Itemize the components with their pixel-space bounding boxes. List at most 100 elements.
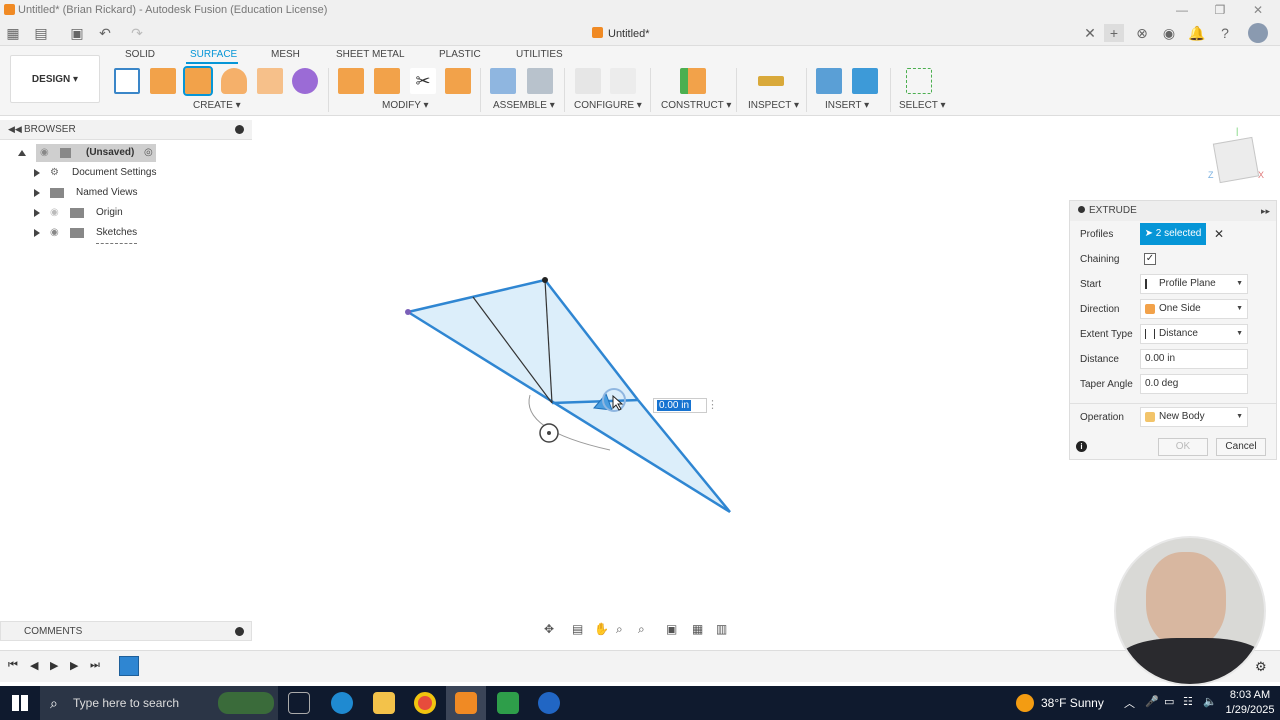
select-box-icon[interactable]: [906, 68, 932, 94]
clear-selection-icon[interactable]: ✕: [1214, 227, 1224, 241]
extrude-tool-icon[interactable]: [183, 66, 213, 96]
expand-arrow-icon[interactable]: [34, 229, 40, 237]
browser-item-named-views[interactable]: Named Views: [32, 183, 232, 203]
expand-dialog-icon[interactable]: ▸▸: [1261, 201, 1270, 221]
offset-plane-icon[interactable]: [680, 68, 706, 94]
clock-time[interactable]: 8:03 AM: [1228, 689, 1272, 701]
expand-arrow-icon[interactable]: [34, 169, 40, 177]
microphone-icon[interactable]: 🎤: [1145, 695, 1159, 708]
offset-icon[interactable]: [338, 68, 364, 94]
chrome-icon[interactable]: [414, 692, 436, 714]
info-icon[interactable]: i: [1076, 441, 1087, 452]
file-explorer-icon[interactable]: [373, 692, 395, 714]
create-group[interactable]: CREATE ▾: [193, 100, 241, 111]
step-forward-icon[interactable]: ▶: [70, 659, 78, 672]
extent-type-dropdown[interactable]: Distance ▼: [1140, 324, 1248, 344]
tab-solid[interactable]: SOLID: [125, 49, 155, 60]
browser-item-origin[interactable]: ◉ Origin: [32, 203, 232, 223]
new-tab-icon[interactable]: +: [1104, 24, 1124, 42]
network-icon[interactable]: ☷: [1183, 695, 1193, 708]
expand-arrow-icon[interactable]: [34, 209, 40, 217]
insert-canvas-icon[interactable]: [852, 68, 878, 94]
sheets-icon[interactable]: [497, 692, 519, 714]
help-icon[interactable]: ?: [1216, 24, 1234, 42]
search-highlight-icon[interactable]: [218, 692, 274, 714]
clock-date[interactable]: 1/29/2025: [1224, 704, 1276, 716]
view-cube-face[interactable]: [1212, 136, 1260, 184]
go-to-start-icon[interactable]: ⏮: [8, 659, 18, 672]
battery-icon[interactable]: ▭: [1164, 695, 1174, 708]
eye-icon[interactable]: ◉: [40, 143, 49, 163]
restore-icon[interactable]: ❐: [1206, 1, 1234, 19]
orbit-icon[interactable]: ✥: [544, 622, 554, 636]
delete-face-icon[interactable]: [374, 68, 400, 94]
workspace-switcher[interactable]: DESIGN ▾: [10, 55, 100, 103]
eye-icon[interactable]: ◉: [50, 223, 59, 243]
operation-dropdown[interactable]: New Body ▼: [1140, 407, 1248, 427]
zoom-icon[interactable]: ⌕: [616, 622, 623, 637]
display-settings-icon[interactable]: ▣: [666, 622, 677, 636]
configure-group[interactable]: CONFIGURE ▾: [574, 100, 642, 111]
user-avatar[interactable]: [1248, 23, 1268, 43]
viewports-icon[interactable]: ▥: [716, 622, 727, 636]
browser-item-document-settings[interactable]: ⚙ Document Settings: [32, 163, 232, 183]
revolve-icon[interactable]: [221, 68, 247, 94]
configure-table-icon[interactable]: [610, 68, 636, 94]
go-to-end-icon[interactable]: ⏭: [90, 659, 100, 672]
grid-settings-icon[interactable]: ▦: [692, 622, 703, 636]
edge-icon[interactable]: [331, 692, 353, 714]
redo-icon[interactable]: ↷: [128, 24, 146, 42]
fit-icon[interactable]: ⌕: [638, 622, 645, 637]
minimize-icon[interactable]: —: [1168, 1, 1196, 19]
look-at-icon[interactable]: ▤: [572, 622, 583, 636]
pan-icon[interactable]: ✋: [594, 622, 609, 636]
fusion-taskbar-icon[interactable]: [455, 692, 477, 714]
assemble-group[interactable]: ASSEMBLE ▾: [493, 100, 555, 111]
construct-group[interactable]: CONSTRUCT ▾: [661, 100, 731, 111]
extrude-header[interactable]: EXTRUDE ▸▸: [1070, 201, 1276, 221]
thicken-icon[interactable]: [445, 68, 471, 94]
tab-plastic[interactable]: PLASTIC: [439, 49, 481, 60]
timeline-sketch-feature-icon[interactable]: [119, 656, 139, 676]
browser-item-sketches[interactable]: ◉ Sketches: [32, 223, 232, 244]
distance-field[interactable]: 0.00 in: [1140, 349, 1248, 369]
eye-hidden-icon[interactable]: ◉: [50, 203, 59, 223]
start-dropdown[interactable]: Profile Plane ▼: [1140, 274, 1248, 294]
cancel-button[interactable]: Cancel: [1216, 438, 1266, 456]
document-tab[interactable]: Untitled*: [592, 24, 650, 44]
job-status-icon[interactable]: ◉: [1160, 24, 1178, 42]
expand-arrow-icon[interactable]: [34, 189, 40, 197]
app-grid-icon[interactable]: ▦: [4, 24, 22, 42]
tray-overflow-icon[interactable]: ︿: [1124, 695, 1135, 711]
tab-utilities[interactable]: UTILITIES: [516, 49, 563, 60]
collapse-arrow-icon[interactable]: [18, 150, 26, 156]
insert-group[interactable]: INSERT ▾: [825, 100, 869, 111]
distance-input-box[interactable]: 0.00 in: [653, 398, 707, 413]
browser-root-item[interactable]: ◉ (Unsaved) ◎: [16, 143, 160, 163]
view-cube[interactable]: | Z X: [1208, 126, 1268, 188]
inspect-group[interactable]: INSPECT ▾: [748, 100, 799, 111]
save-icon[interactable]: ▣: [68, 24, 86, 42]
new-component-icon[interactable]: [490, 68, 516, 94]
browser-header[interactable]: ◀◀ BROWSER: [0, 120, 252, 140]
create-sketch-icon[interactable]: [114, 68, 140, 94]
loft-icon[interactable]: [292, 68, 318, 94]
close-tab-icon[interactable]: ✕: [1081, 24, 1099, 42]
input-options-icon[interactable]: ⋮: [707, 398, 718, 411]
joint-icon[interactable]: [527, 68, 553, 94]
windows-start-icon[interactable]: [12, 695, 28, 711]
sketch-point[interactable]: [405, 309, 411, 315]
sketch-point[interactable]: [542, 277, 548, 283]
browser-options-icon[interactable]: [235, 125, 244, 134]
step-back-icon[interactable]: ◀: [30, 659, 38, 672]
app-taskbar-icon[interactable]: [538, 692, 560, 714]
taper-angle-field[interactable]: 0.0 deg: [1140, 374, 1248, 394]
chaining-checkbox[interactable]: ✓: [1144, 253, 1156, 265]
viewport-canvas[interactable]: [380, 260, 760, 530]
select-group[interactable]: SELECT ▾: [899, 100, 946, 111]
profiles-selection[interactable]: ➤ 2 selected: [1140, 223, 1206, 245]
task-view-icon[interactable]: [288, 692, 310, 714]
extensions-icon[interactable]: ⊗: [1133, 24, 1151, 42]
activate-radio-icon[interactable]: ◎: [144, 143, 153, 163]
ok-button[interactable]: OK: [1158, 438, 1208, 456]
